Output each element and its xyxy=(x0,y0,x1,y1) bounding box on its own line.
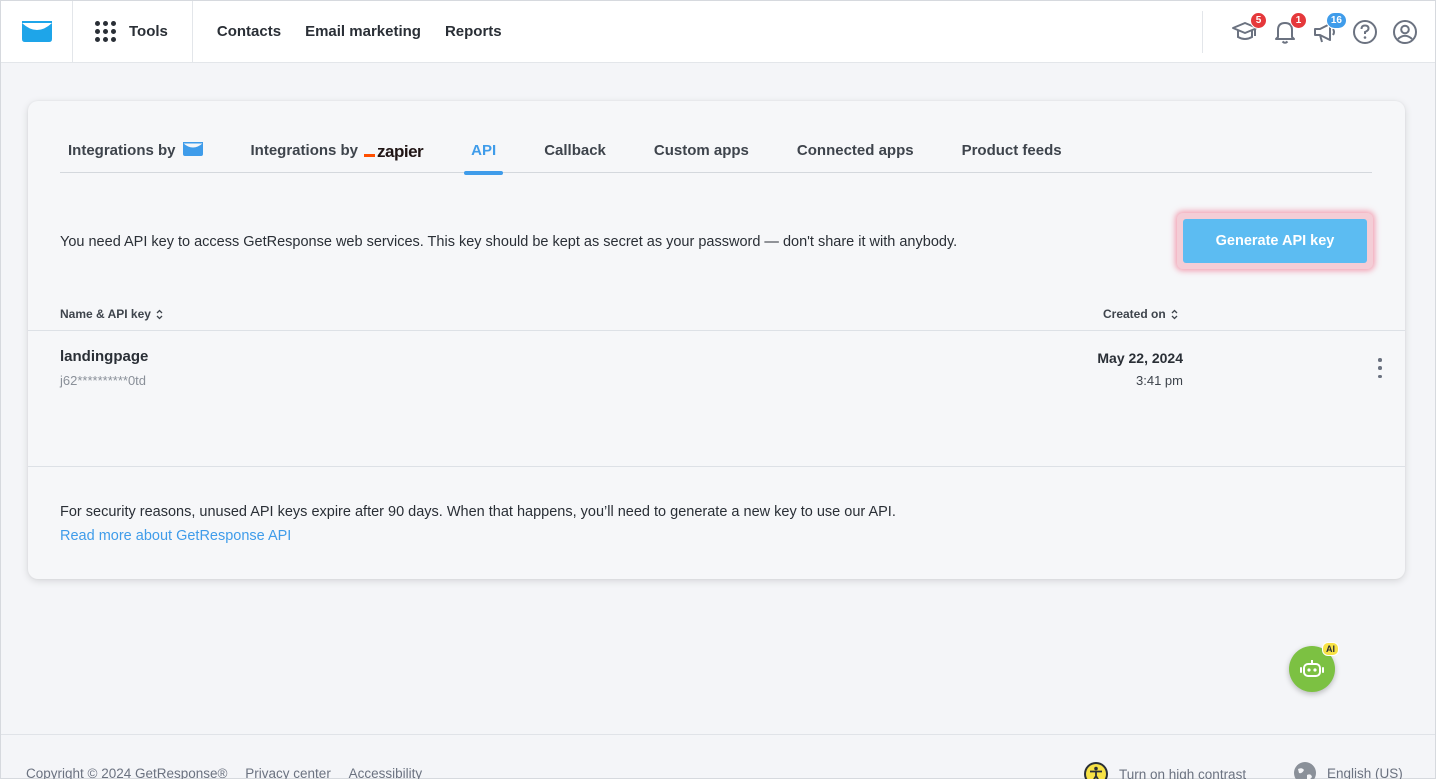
tab-custom-apps[interactable]: Custom apps xyxy=(654,139,749,173)
ai-badge: AI xyxy=(1322,642,1339,656)
announcements-badge: 16 xyxy=(1325,12,1347,29)
tab-label: API xyxy=(471,142,497,159)
nav-reports[interactable]: Reports xyxy=(445,23,502,40)
robot-icon xyxy=(1300,660,1324,677)
column-header-name[interactable]: Name & API key xyxy=(60,307,163,321)
tab-callback[interactable]: Callback xyxy=(544,139,606,173)
tab-label: Callback xyxy=(544,142,606,159)
tab-label: Custom apps xyxy=(653,142,749,159)
api-key-name: landingpage xyxy=(60,348,149,365)
tab-label: Integrations by xyxy=(68,142,176,159)
apps-grid-icon xyxy=(95,21,116,42)
tab-connected-apps[interactable]: Connected apps xyxy=(797,139,914,173)
getresponse-logo[interactable] xyxy=(1,0,73,63)
envelope-logo-icon xyxy=(21,20,52,42)
header-right-icons: 5 1 16 xyxy=(1202,1,1419,63)
tab-integrations-zapier[interactable]: Integrations by zapier xyxy=(251,139,424,173)
tab-product-feeds[interactable]: Product feeds xyxy=(962,139,1062,173)
language-selector[interactable]: English (US) xyxy=(1293,761,1403,779)
academy-badge: 5 xyxy=(1250,12,1267,29)
top-bar: Tools Contacts Email marketing Reports 5… xyxy=(1,0,1435,63)
notifications-badge: 1 xyxy=(1290,12,1307,29)
help-icon xyxy=(1353,20,1377,44)
getresponse-envelope-icon xyxy=(182,142,203,156)
tab-label: Product feeds xyxy=(961,142,1062,159)
created-date: May 22, 2024 xyxy=(1097,350,1183,366)
api-info-text: You need API key to access GetResponse w… xyxy=(60,234,958,250)
generate-button-highlight: Generate API key xyxy=(1177,213,1373,269)
tab-integrations-getresponse[interactable]: Integrations by xyxy=(68,139,203,173)
language-label: English (US) xyxy=(1327,765,1403,779)
sort-icon xyxy=(1171,309,1178,319)
high-contrast-toggle[interactable]: Turn on high contrast xyxy=(1083,761,1246,779)
tab-label: Connected apps xyxy=(796,142,914,159)
generate-api-key-button[interactable]: Generate API key xyxy=(1183,219,1367,263)
accessibility-icon xyxy=(1084,762,1108,779)
security-note: For security reasons, unused API keys ex… xyxy=(60,504,896,520)
read-more-api-link[interactable]: Read more about GetResponse API xyxy=(60,528,291,544)
nav-contacts[interactable]: Contacts xyxy=(217,23,281,40)
main-nav: Contacts Email marketing Reports xyxy=(193,23,526,40)
footer-divider xyxy=(1,734,1435,735)
zapier-logo: zapier xyxy=(364,142,424,162)
copyright-text: Copyright © 2024 GetResponse® xyxy=(26,766,228,779)
help-button[interactable] xyxy=(1351,18,1379,46)
row-actions-menu-icon[interactable] xyxy=(1376,358,1384,378)
created-time: 3:41 pm xyxy=(1136,373,1183,388)
table-header-divider xyxy=(28,330,1405,331)
announcements-button[interactable]: 16 xyxy=(1311,12,1347,46)
integrations-tabs: Integrations by Integrations by zapier A… xyxy=(60,139,1372,175)
ai-assistant-button[interactable]: AI xyxy=(1289,642,1339,692)
table-bottom-divider xyxy=(28,466,1405,467)
user-avatar-icon xyxy=(1393,20,1417,44)
sort-icon xyxy=(156,309,163,319)
account-button[interactable] xyxy=(1391,18,1419,46)
notifications-button[interactable]: 1 xyxy=(1271,12,1307,46)
accessibility-link[interactable]: Accessibility xyxy=(349,766,423,779)
header-divider xyxy=(1202,11,1203,53)
footer-left: Copyright © 2024 GetResponse® Privacy ce… xyxy=(26,766,422,779)
api-card: Integrations by Integrations by zapier A… xyxy=(28,101,1405,579)
academy-button[interactable]: 5 xyxy=(1231,12,1267,46)
tools-menu-button[interactable]: Tools xyxy=(73,0,193,63)
nav-email-marketing[interactable]: Email marketing xyxy=(305,23,421,40)
privacy-center-link[interactable]: Privacy center xyxy=(245,766,331,779)
tab-api[interactable]: API xyxy=(464,139,504,175)
tab-label: Integrations by xyxy=(250,142,359,159)
high-contrast-label: Turn on high contrast xyxy=(1119,766,1247,779)
tools-label: Tools xyxy=(129,23,168,40)
column-header-created[interactable]: Created on xyxy=(1103,307,1178,321)
api-key-masked: j62**********0td xyxy=(60,373,147,388)
globe-icon xyxy=(1294,762,1316,779)
